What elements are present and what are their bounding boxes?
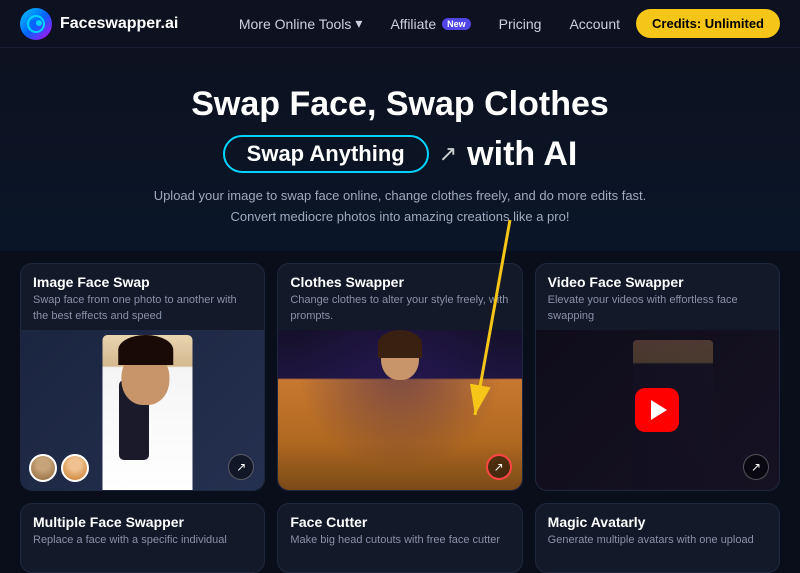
card-1-image: ↗ <box>21 330 264 490</box>
hero-desc: Upload your image to swap face online, c… <box>20 186 780 228</box>
person-hair-top <box>118 335 173 365</box>
logo-icon <box>20 8 52 40</box>
bottom-card-3-desc: Generate multiple avatars with one uploa… <box>548 533 767 547</box>
card-3-header: Video Face Swapper Elevate your videos w… <box>536 264 779 330</box>
card-clothes-swapper[interactable]: Clothes Swapper Change clothes to alter … <box>277 263 522 491</box>
card-video-face-swap[interactable]: Video Face Swapper Elevate your videos w… <box>535 263 780 491</box>
bottom-cards-grid: Multiple Face Swapper Replace a face wit… <box>0 491 800 573</box>
card-face-cutter[interactable]: Face Cutter Make big head cutouts with f… <box>277 503 522 573</box>
play-button[interactable] <box>635 388 679 432</box>
card-1-arrow[interactable]: ↗ <box>228 454 254 480</box>
bottom-card-2-title: Face Cutter <box>290 514 509 530</box>
card-magic-avatarly[interactable]: Magic Avatarly Generate multiple avatars… <box>535 503 780 573</box>
swap-pill: Swap Anything <box>223 135 429 173</box>
cards-grid: Image Face Swap Swap face from one photo… <box>0 251 800 491</box>
chevron-down-icon: ▾ <box>355 15 362 32</box>
affiliate-badge: New <box>442 18 471 30</box>
card-2-title: Clothes Swapper <box>290 274 509 290</box>
nav-pricing[interactable]: Pricing <box>487 10 554 38</box>
warrior-hair <box>378 330 422 358</box>
hero-with-ai: with AI <box>467 135 577 174</box>
card-multiple-face-swapper[interactable]: Multiple Face Swapper Replace a face wit… <box>20 503 265 573</box>
logo-text: Faceswapper.ai <box>60 15 178 33</box>
play-triangle-icon <box>651 400 667 420</box>
face-thumb-1 <box>29 454 57 482</box>
card-3-desc: Elevate your videos with effortless face… <box>548 293 767 324</box>
bottom-card-1-title: Multiple Face Swapper <box>33 514 252 530</box>
nav-affiliate[interactable]: Affiliate New <box>378 10 482 38</box>
card-2-arrow[interactable]: ↗ <box>486 454 512 480</box>
logo[interactable]: Faceswapper.ai <box>20 8 178 40</box>
card-1-desc: Swap face from one photo to another with… <box>33 293 252 324</box>
navbar: Faceswapper.ai More Online Tools ▾ Affil… <box>0 0 800 48</box>
nav-account[interactable]: Account <box>557 10 632 38</box>
card-3-title: Video Face Swapper <box>548 274 767 290</box>
card-image-face-swap[interactable]: Image Face Swap Swap face from one photo… <box>20 263 265 491</box>
nav-tools[interactable]: More Online Tools ▾ <box>227 9 375 38</box>
face-thumb-2 <box>61 454 89 482</box>
hero-title-line1: Swap Face, Swap Clothes <box>20 84 780 125</box>
swap-faces-row <box>29 454 89 482</box>
bottom-card-1-desc: Replace a face with a specific individua… <box>33 533 252 547</box>
card-2-image: ↗ <box>278 330 521 490</box>
bottom-card-2-desc: Make big head cutouts with free face cut… <box>290 533 509 547</box>
nav-links: More Online Tools ▾ Affiliate New Pricin… <box>227 9 780 38</box>
card-1-header: Image Face Swap Swap face from one photo… <box>21 264 264 330</box>
credits-button[interactable]: Credits: Unlimited <box>636 9 780 38</box>
card-3-image: ↗ <box>536 330 779 490</box>
link-icon: ↗ <box>439 141 457 167</box>
hero-section: Swap Face, Swap Clothes Swap Anything ↗ … <box>0 48 800 251</box>
hero-subtitle: Swap Anything ↗ with AI <box>20 135 780 174</box>
bottom-card-3-title: Magic Avatarly <box>548 514 767 530</box>
card-2-header: Clothes Swapper Change clothes to alter … <box>278 264 521 330</box>
card-2-desc: Change clothes to alter your style freel… <box>290 293 509 324</box>
card-1-title: Image Face Swap <box>33 274 252 290</box>
card-3-arrow[interactable]: ↗ <box>743 454 769 480</box>
